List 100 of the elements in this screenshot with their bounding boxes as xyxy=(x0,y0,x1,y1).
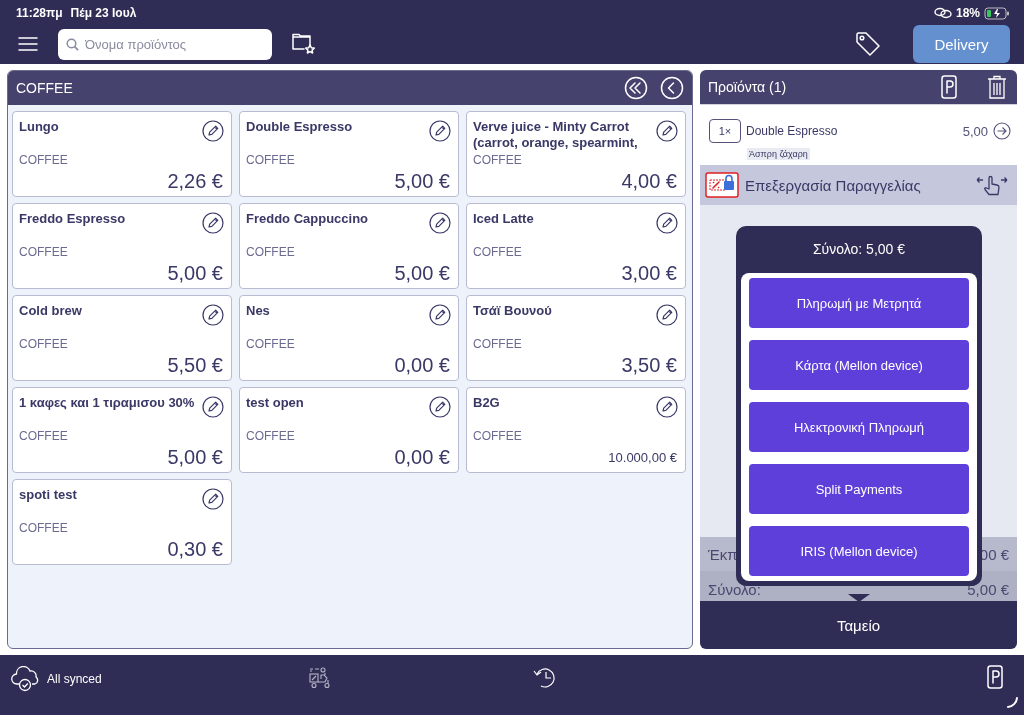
product-price: 0,00 € xyxy=(394,446,450,469)
product-card[interactable]: Cold brew COFFEE 5,50 € xyxy=(12,295,232,381)
product-price: 10.000,00 € xyxy=(608,450,677,465)
product-price: 0,30 € xyxy=(167,538,223,561)
product-category: COFFEE xyxy=(246,153,295,167)
payment-option-button[interactable]: Ηλεκτρονική Πληρωμή xyxy=(749,402,969,452)
edit-icon[interactable] xyxy=(202,212,224,234)
totals-value: 5,00 € xyxy=(967,581,1009,598)
search-field[interactable]: Όνομα προϊόντος xyxy=(58,28,272,60)
trash-icon[interactable] xyxy=(987,75,1007,99)
product-name: spoti test xyxy=(19,487,78,503)
product-name: Lungo xyxy=(19,119,60,135)
product-card[interactable]: test open COFFEE 0,00 € xyxy=(239,387,459,473)
product-name: B2G xyxy=(473,395,501,411)
product-name: Τσάϊ Βουνού xyxy=(473,303,553,319)
product-category: COFFEE xyxy=(246,245,295,259)
product-category: COFFEE xyxy=(246,429,295,443)
parking-icon[interactable] xyxy=(987,665,1003,689)
order-item-price: 5,00 xyxy=(962,123,988,139)
sync-status: All synced xyxy=(47,672,102,686)
clock-time: 11:28πμ xyxy=(16,6,63,20)
battery-icon xyxy=(984,6,1010,20)
edit-icon[interactable] xyxy=(656,212,678,234)
edit-icon[interactable] xyxy=(202,304,224,326)
edit-icon[interactable] xyxy=(656,304,678,326)
battery-percent: 18% xyxy=(955,6,980,20)
product-name: Nes xyxy=(246,303,271,319)
product-name: test open xyxy=(246,395,305,411)
folder-star-icon[interactable] xyxy=(292,33,316,55)
product-category: COFFEE xyxy=(19,153,68,167)
totals-label: Έκπ xyxy=(708,545,738,563)
menu-icon[interactable] xyxy=(18,37,38,51)
edit-icon[interactable] xyxy=(202,120,224,142)
swipe-hand-icon xyxy=(975,173,1009,197)
product-name: Verve juice - Minty Carrot (carrot, orange, spearmint, xyxy=(473,119,639,151)
product-price: 5,50 € xyxy=(167,354,223,377)
product-category: COFFEE xyxy=(19,337,68,351)
product-name: Double Espresso xyxy=(246,119,354,135)
edit-icon[interactable] xyxy=(202,488,224,510)
date-text: Πέμ 23 Ιουλ xyxy=(70,6,137,20)
delivery-scooter-icon[interactable] xyxy=(308,666,332,690)
payment-option-button[interactable]: IRIS (Mellon device) xyxy=(749,526,969,576)
product-card[interactable]: B2G COFFEE 10.000,00 € xyxy=(466,387,686,473)
product-price: 3,00 € xyxy=(621,262,677,285)
product-price: 3,50 € xyxy=(621,354,677,377)
edit-icon[interactable] xyxy=(429,304,451,326)
product-price: 4,00 € xyxy=(621,170,677,193)
process-order-bar[interactable]: Επεξεργασία Παραγγελίας xyxy=(700,165,1017,205)
edit-icon[interactable] xyxy=(429,120,451,142)
product-category: COFFEE xyxy=(473,245,522,259)
cloud-sync-icon xyxy=(11,666,41,692)
edit-icon[interactable] xyxy=(202,396,224,418)
product-name: Freddo Cappuccino xyxy=(246,211,370,227)
edit-icon[interactable] xyxy=(429,396,451,418)
order-title: Προϊόντα (1) xyxy=(708,79,788,95)
quantity-badge[interactable]: 1× xyxy=(709,119,741,143)
arrow-right-icon[interactable] xyxy=(993,122,1011,140)
spinner-icon xyxy=(1006,695,1020,709)
payment-option-button[interactable]: Κάρτα (Mellon device) xyxy=(749,340,969,390)
payment-option-button[interactable]: Πληρωμή με Μετρητά xyxy=(749,278,969,328)
back-icon[interactable] xyxy=(660,76,684,100)
product-category: COFFEE xyxy=(19,429,68,443)
parking-icon[interactable] xyxy=(941,75,957,99)
edit-icon[interactable] xyxy=(656,120,678,142)
product-card[interactable]: Lungo COFFEE 2,26 € xyxy=(12,111,232,197)
product-card[interactable]: Freddo Espresso COFFEE 5,00 € xyxy=(12,203,232,289)
product-name: 1 καφες και 1 τιραμισου 30% xyxy=(19,395,196,411)
product-card[interactable]: Double Espresso COFFEE 5,00 € xyxy=(239,111,459,197)
product-card[interactable]: Iced Latte COFFEE 3,00 € xyxy=(466,203,686,289)
edit-icon[interactable] xyxy=(656,396,678,418)
product-card[interactable]: spoti test COFFEE 0,30 € xyxy=(12,479,232,565)
search-icon xyxy=(66,37,79,51)
edit-icon[interactable] xyxy=(429,212,451,234)
product-category: COFFEE xyxy=(246,337,295,351)
popup-total: Σύνολο: 5,00 € xyxy=(811,240,907,259)
product-price: 5,00 € xyxy=(167,262,223,285)
checkout-button[interactable]: Ταμείο xyxy=(700,601,1017,649)
totals-label: Σύνολο: xyxy=(708,581,761,598)
order-item-name: Double Espresso xyxy=(746,124,839,138)
product-price: 0,00 € xyxy=(394,354,450,377)
product-card[interactable]: Nes COFFEE 0,00 € xyxy=(239,295,459,381)
product-name: Cold brew xyxy=(19,303,83,319)
double-back-icon[interactable] xyxy=(624,76,648,100)
product-category: COFFEE xyxy=(473,337,522,351)
history-icon[interactable] xyxy=(532,665,558,689)
product-category: COFFEE xyxy=(473,153,522,167)
tag-icon[interactable] xyxy=(855,31,881,57)
discount-lock-icon xyxy=(705,172,739,198)
item-note: Άσπρη ζάχαρη xyxy=(747,148,810,160)
product-category: COFFEE xyxy=(473,429,522,443)
product-price: 5,00 € xyxy=(394,170,450,193)
payment-option-button[interactable]: Split Payments xyxy=(749,464,969,514)
product-name: Iced Latte xyxy=(473,211,535,227)
product-price: 2,26 € xyxy=(167,170,223,193)
product-card[interactable]: Verve juice - Minty Carrot (carrot, orange, spearmint, COFFEE 4,00 € xyxy=(466,111,686,197)
process-order-label: Επεξεργασία Παραγγελίας xyxy=(745,176,922,194)
product-price: 5,00 € xyxy=(167,446,223,469)
product-card[interactable]: Τσάϊ Βουνού COFFEE 3,50 € xyxy=(466,295,686,381)
product-card[interactable]: Freddo Cappuccino COFFEE 5,00 € xyxy=(239,203,459,289)
product-card[interactable]: 1 καφες και 1 τιραμισου 30% COFFEE 5,00 € xyxy=(12,387,232,473)
